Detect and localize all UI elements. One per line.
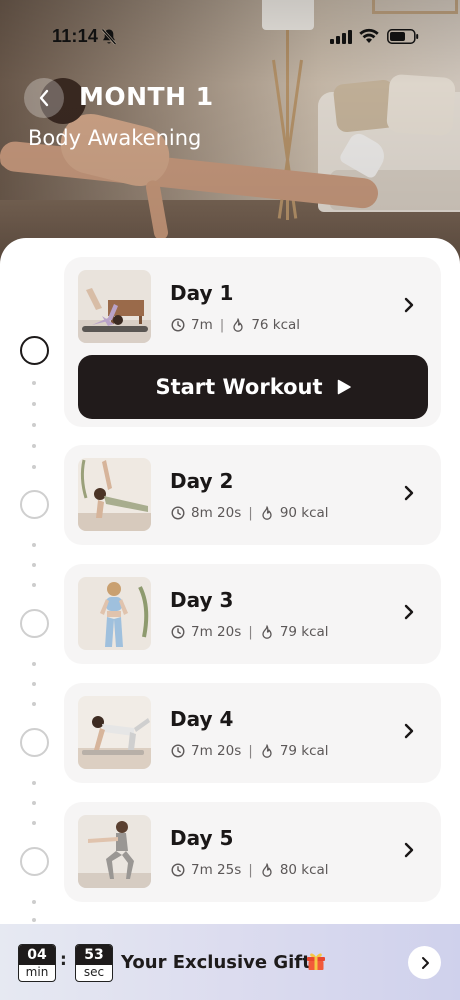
clock-icon (171, 625, 185, 639)
timeline-dot (32, 444, 36, 448)
day-meta: 7m | 76 kcal (171, 317, 300, 333)
day-title: Day 3 (170, 588, 234, 612)
day-duration: 8m 20s (191, 505, 242, 521)
day-card-3[interactable]: Day 3 7m 20s | 79 kcal (64, 564, 441, 664)
day-2-progress-node (20, 490, 49, 519)
day-5-thumbnail (78, 815, 151, 888)
timeline-dot (32, 543, 36, 547)
chevron-right-icon (421, 956, 429, 969)
flame-icon (262, 624, 272, 639)
day-duration: 7m 20s (191, 624, 242, 640)
timeline-dot (32, 900, 36, 904)
chevron-left-icon (39, 89, 49, 107)
meta-separator: | (219, 317, 225, 333)
countdown-separator: : (60, 950, 67, 970)
meta-separator: | (248, 624, 253, 640)
wifi-icon (359, 28, 379, 43)
gift-label: Your Exclusive Gift (121, 952, 311, 973)
flame-icon (262, 505, 272, 520)
meta-separator: | (248, 505, 253, 521)
day-meta: 7m 20s | 79 kcal (171, 743, 329, 759)
gift-icon (307, 953, 325, 970)
day-card-2[interactable]: Day 2 8m 20s | 90 kcal (64, 445, 441, 545)
timeline-dot (32, 583, 36, 587)
gift-open-button[interactable] (408, 946, 441, 979)
start-workout-label: Start Workout (155, 375, 323, 399)
day-4-thumbnail (78, 696, 151, 769)
day-meta: 8m 20s | 90 kcal (171, 505, 329, 521)
chevron-right-icon (404, 604, 414, 620)
exclusive-gift-banner[interactable]: 04 min : 53 sec Your Exclusive Gift (0, 924, 460, 1000)
chevron-right-icon (404, 485, 414, 501)
day-title: Day 1 (170, 281, 234, 305)
start-workout-button[interactable]: Start Workout (78, 355, 428, 419)
day-meta: 7m 25s | 80 kcal (171, 862, 329, 878)
battery-icon (387, 29, 419, 44)
flame-icon (262, 862, 272, 877)
chevron-right-icon (404, 723, 414, 739)
day-3-thumbnail (78, 577, 151, 650)
day-title: Day 2 (170, 469, 234, 493)
countdown-minutes-value: 04 (19, 945, 55, 965)
day-1-progress-node (20, 336, 49, 365)
countdown-seconds-unit: sec (83, 965, 105, 979)
timeline-dot (32, 465, 36, 469)
countdown-seconds: 53 sec (75, 944, 113, 982)
status-time: 11:14 (52, 26, 99, 46)
day-calories: 76 kcal (251, 317, 301, 333)
back-button[interactable] (24, 78, 64, 118)
day-card-5[interactable]: Day 5 7m 25s | 80 kcal (64, 802, 441, 902)
clock-icon (171, 744, 185, 758)
day-calories: 80 kcal (279, 862, 329, 878)
meta-separator: | (248, 862, 253, 878)
day-4-progress-node (20, 728, 49, 757)
meta-separator: | (248, 743, 253, 759)
status-bar: 11:14 (0, 24, 460, 52)
day-title: Day 4 (170, 707, 234, 731)
clock-icon (171, 863, 185, 877)
timeline-dot (32, 402, 36, 406)
day-card-4[interactable]: Day 4 7m 20s | 79 kcal (64, 683, 441, 783)
day-duration: 7m 25s (191, 862, 242, 878)
countdown-seconds-value: 53 (76, 945, 112, 965)
flame-icon (233, 317, 243, 332)
clock-icon (171, 318, 185, 332)
day-meta: 7m 20s | 79 kcal (171, 624, 329, 640)
timeline-dot (32, 801, 36, 805)
timeline-dot (32, 702, 36, 706)
day-5-progress-node (20, 847, 49, 876)
day-duration: 7m (191, 317, 213, 333)
timeline-dot (32, 423, 36, 427)
timeline-dot (32, 781, 36, 785)
timeline-dot (32, 918, 36, 922)
bell-off-icon (101, 28, 117, 45)
day-1-thumbnail (78, 270, 151, 343)
day-calories: 90 kcal (279, 505, 329, 521)
signal-icon (330, 30, 352, 44)
day-title: Day 5 (170, 826, 234, 850)
day-calories: 79 kcal (279, 624, 329, 640)
timeline-dot (32, 381, 36, 385)
timeline-dot (32, 821, 36, 825)
countdown-minutes-unit: min (25, 965, 49, 979)
countdown-minutes: 04 min (18, 944, 56, 982)
page-subtitle: Body Awakening (28, 126, 202, 150)
timeline-dot (32, 563, 36, 567)
flame-icon (262, 743, 272, 758)
day-duration: 7m 20s (191, 743, 242, 759)
timeline-dot (32, 682, 36, 686)
timeline-dot (32, 662, 36, 666)
chevron-right-icon (404, 842, 414, 858)
page-title: MONTH 1 (79, 82, 214, 111)
chevron-right-icon (404, 297, 414, 313)
day-2-thumbnail (78, 458, 151, 531)
clock-icon (171, 506, 185, 520)
day-3-progress-node (20, 609, 49, 638)
day-calories: 79 kcal (279, 743, 329, 759)
day-card-1[interactable]: Day 1 7m | 76 kcal Start Workout (64, 257, 441, 427)
play-icon (337, 379, 351, 395)
